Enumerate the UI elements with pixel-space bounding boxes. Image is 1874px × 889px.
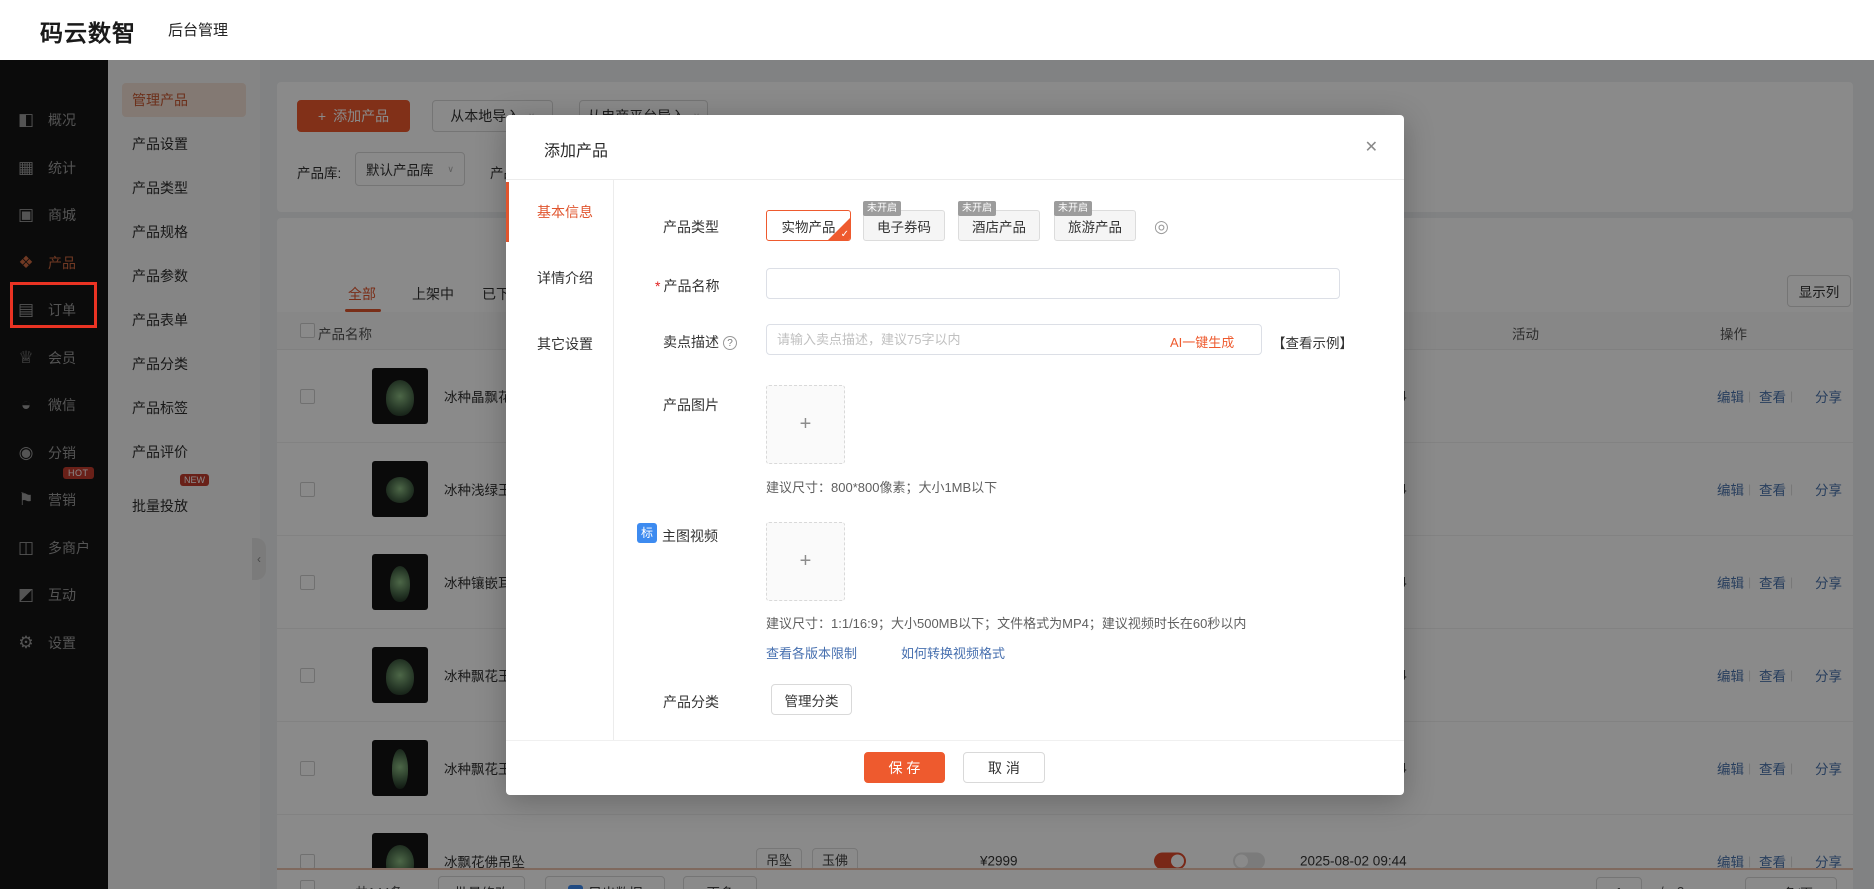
cancel-button[interactable]: 取 消	[963, 752, 1045, 783]
product-name-label: *产品名称	[655, 276, 719, 296]
image-upload-box[interactable]: +	[766, 385, 845, 464]
not-enabled-tag: 未开启	[863, 201, 901, 216]
main-video-label: 主图视频	[662, 526, 718, 546]
product-category-label: 产品分类	[663, 692, 719, 712]
image-size-hint: 建议尺寸：800*800像素；大小1MB以下	[766, 477, 997, 496]
brand-logo: 码云数智	[40, 14, 136, 48]
check-icon: ✓	[841, 229, 849, 240]
modal-tab-basic-info[interactable]: 基本信息	[506, 179, 613, 245]
modal-title: 添加产品	[544, 137, 608, 161]
app-root: 码云数智 后台管理 ◧概况 ▦统计 ▣商城 ❖产品 ▤订单 ♕会员 ◒微信 ◉分…	[0, 0, 1874, 889]
eye-preview-icon[interactable]: ◎	[1154, 217, 1169, 237]
ai-generate-link[interactable]: AI一键生成	[1170, 332, 1234, 351]
header-subtitle: 后台管理	[168, 19, 228, 40]
modal-tab-detail[interactable]: 详情介绍	[506, 245, 613, 311]
top-header: 码云数智 后台管理	[0, 0, 1874, 60]
not-enabled-tag: 未开启	[958, 201, 996, 216]
manage-category-button[interactable]: 管理分类	[771, 684, 852, 715]
help-icon[interactable]: ?	[723, 336, 737, 350]
type-physical-button[interactable]: 实物产品 ✓	[766, 210, 851, 241]
modal-tabs-divider	[613, 179, 614, 740]
product-image-label: 产品图片	[663, 395, 719, 415]
plus-icon: +	[800, 550, 812, 573]
type-travel-button[interactable]: 未开启 旅游产品	[1054, 210, 1136, 241]
type-evoucher-button[interactable]: 未开启 电子券码	[863, 210, 945, 241]
video-size-hint: 建议尺寸：1:1/16:9；大小500MB以下；文件格式为MP4；建议视频时长在…	[766, 613, 1246, 632]
convert-format-link[interactable]: 如何转换视频格式	[901, 643, 1005, 662]
selling-point-label: 卖点描述?	[663, 332, 737, 352]
required-asterisk: *	[655, 278, 660, 294]
save-button[interactable]: 保 存	[864, 752, 945, 783]
video-upload-box[interactable]: +	[766, 522, 845, 601]
close-icon[interactable]: ✕	[1365, 137, 1378, 157]
modal-tab-other[interactable]: 其它设置	[506, 311, 613, 377]
video-badge-icon: 标	[637, 523, 657, 543]
add-product-modal: 添加产品 ✕ 基本信息 详情介绍 其它设置 产品类型 实物产品 ✓ 未开启 电子…	[506, 115, 1404, 795]
product-name-input[interactable]	[766, 268, 1340, 299]
plus-icon: +	[800, 413, 812, 436]
version-limit-link[interactable]: 查看各版本限制	[766, 643, 857, 662]
view-example-link[interactable]: 【查看示例】	[1272, 332, 1353, 352]
not-enabled-tag: 未开启	[1054, 201, 1092, 216]
product-type-label: 产品类型	[663, 217, 719, 237]
type-hotel-button[interactable]: 未开启 酒店产品	[958, 210, 1040, 241]
modal-footer-divider	[506, 740, 1404, 741]
modal-header-divider	[506, 179, 1404, 180]
